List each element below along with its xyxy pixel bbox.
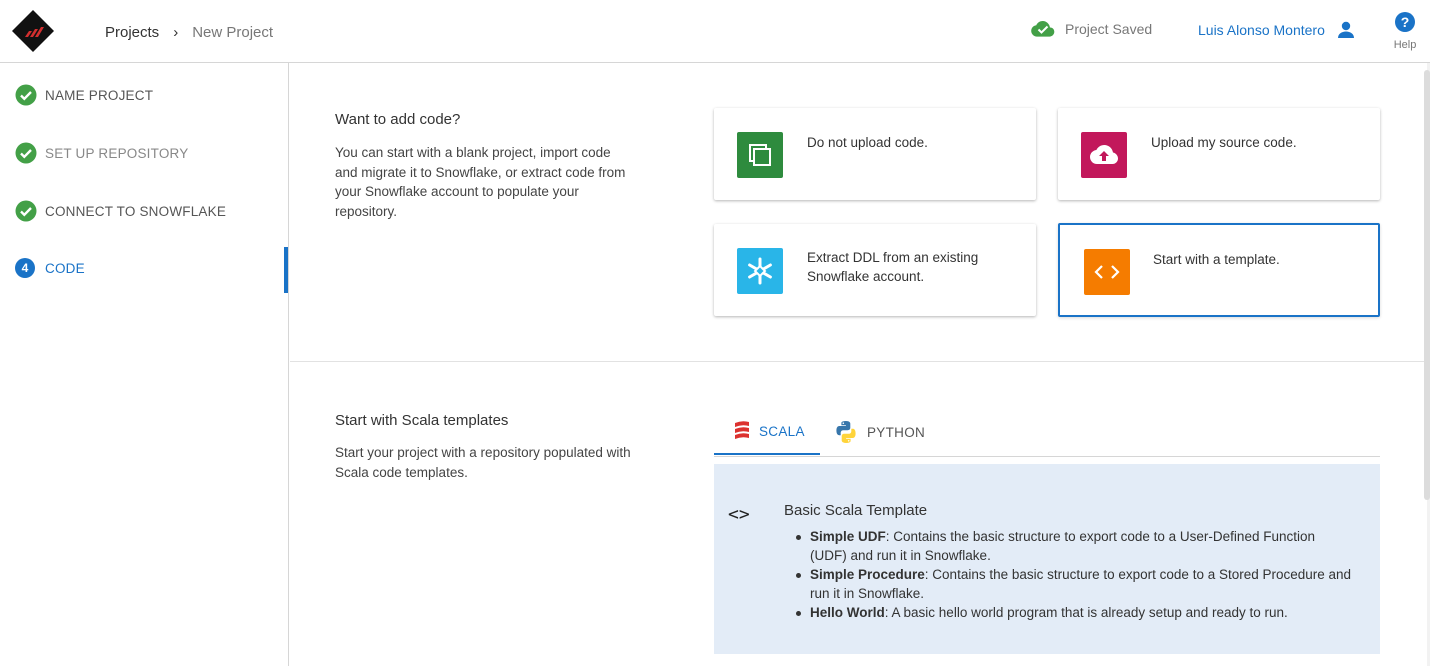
cloud-upload-icon: [1081, 132, 1127, 178]
step-label: NAME PROJECT: [45, 87, 154, 103]
copy-icon: [737, 132, 783, 178]
option-extract-ddl-card[interactable]: Extract DDL from an existing Snowflake a…: [714, 224, 1036, 316]
language-tabs: SCALA PYTHON: [714, 409, 1380, 457]
list-item: Hello World: A basic hello world program…: [792, 603, 1352, 622]
step-name-project[interactable]: NAME PROJECT: [15, 84, 153, 106]
templates-title: Start with Scala templates: [335, 412, 509, 429]
template-title: Basic Scala Template: [784, 502, 928, 519]
tab-label: PYTHON: [867, 424, 926, 440]
option-label: Do not upload code.: [807, 135, 928, 150]
breadcrumb-projects-link[interactable]: Projects: [105, 24, 159, 41]
stepper-sidebar: NAME PROJECT SET UP REPOSITORY CONNECT T…: [0, 63, 289, 666]
main-content: Want to add code? You can start with a b…: [290, 63, 1427, 666]
scrollbar-thumb[interactable]: [1424, 70, 1430, 500]
feature-text: : A basic hello world program that is al…: [884, 605, 1288, 620]
tab-python[interactable]: PYTHON: [834, 409, 934, 455]
cloud-check-icon: [1031, 21, 1055, 37]
list-item: Simple Procedure: Contains the basic str…: [792, 565, 1352, 603]
top-bar: Projects › New Project Project Saved Lui…: [0, 0, 1430, 63]
snowflake-icon: [737, 248, 783, 294]
code-icon: [1084, 249, 1130, 295]
breadcrumb-current: New Project: [192, 24, 274, 41]
check-circle-icon: [15, 84, 37, 106]
scala-icon: [735, 421, 749, 439]
svg-text:?: ?: [1401, 14, 1410, 30]
templates-description: Start your project with a repository pop…: [335, 445, 631, 480]
feature-name: Hello World: [810, 605, 885, 620]
help-button[interactable]: ? Help: [1392, 11, 1418, 51]
save-status-text: Project Saved: [1065, 21, 1153, 37]
option-no-upload-card[interactable]: Do not upload code.: [714, 108, 1036, 200]
basic-scala-template-panel[interactable]: <> Basic Scala Template Simple UDF: Cont…: [714, 464, 1380, 654]
check-circle-icon: [15, 200, 37, 222]
step-label: SET UP REPOSITORY: [45, 145, 189, 161]
check-circle-icon: [15, 142, 37, 164]
breadcrumb: Projects › New Project: [105, 24, 273, 41]
feature-name: Simple Procedure: [810, 567, 925, 582]
section-divider: [290, 361, 1427, 362]
feature-text: : Contains the basic structure to export…: [810, 529, 1315, 563]
help-label: Help: [1393, 39, 1417, 51]
code-icon: <>: [728, 504, 750, 525]
add-code-title: Want to add code?: [335, 111, 461, 128]
step-number-badge: 4: [15, 258, 35, 278]
step-code[interactable]: 4 CODE: [15, 258, 85, 278]
active-step-indicator: [284, 247, 288, 293]
list-item: Simple UDF: Contains the basic structure…: [792, 527, 1352, 565]
app-logo[interactable]: [11, 9, 55, 53]
help-icon: ?: [1395, 12, 1415, 32]
step-set-up-repository[interactable]: SET UP REPOSITORY: [15, 142, 188, 164]
chevron-right-icon: ›: [173, 24, 179, 41]
option-upload-source-card[interactable]: Upload my source code.: [1058, 108, 1380, 200]
tab-label: SCALA: [759, 423, 805, 439]
python-icon: [836, 421, 856, 443]
option-label: Start with a template.: [1153, 252, 1280, 267]
tab-scala[interactable]: SCALA: [714, 409, 820, 455]
template-feature-list: Simple UDF: Contains the basic structure…: [792, 527, 1352, 622]
feature-name: Simple UDF: [810, 529, 886, 544]
user-account-icon[interactable]: [1336, 20, 1356, 45]
step-label: CONNECT TO SNOWFLAKE: [45, 203, 227, 219]
add-code-description: You can start with a blank project, impo…: [335, 145, 626, 219]
option-start-template-card[interactable]: Start with a template.: [1058, 223, 1380, 317]
option-label: Upload my source code.: [1151, 135, 1297, 150]
user-name-link[interactable]: Luis Alonso Montero: [1198, 22, 1325, 38]
step-label: CODE: [45, 260, 85, 276]
option-label: Extract DDL from an existing Snowflake a…: [807, 250, 979, 284]
save-status: Project Saved: [1031, 20, 1152, 38]
step-connect-to-snowflake[interactable]: CONNECT TO SNOWFLAKE: [15, 200, 226, 222]
